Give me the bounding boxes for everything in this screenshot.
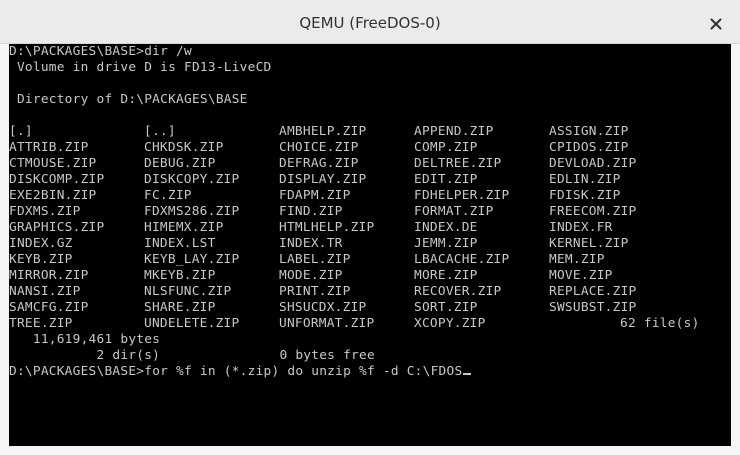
- file-entry: SHSUCDX.ZIP: [279, 300, 367, 315]
- file-entry: RECOVER.ZIP: [414, 284, 502, 299]
- text-cursor: [463, 373, 472, 375]
- command-prompt: D:\PACKAGES\BASE>: [9, 364, 145, 379]
- file-entry: ASSIGN.ZIP: [549, 124, 629, 139]
- file-entry: JEMM.ZIP: [414, 236, 478, 251]
- file-entry: DELTREE.ZIP: [414, 156, 502, 171]
- close-button[interactable]: [706, 14, 726, 34]
- file-entry: TREE.ZIP: [9, 316, 73, 331]
- file-entry: APPEND.ZIP: [414, 124, 494, 139]
- file-entry: DISKCOMP.ZIP: [9, 172, 105, 187]
- console-summary-line: 11,619,461 bytes: [9, 332, 161, 347]
- file-entry: INDEX.DE: [414, 220, 478, 235]
- file-entry: EDIT.ZIP: [414, 172, 478, 187]
- file-count: 62 file(s): [620, 316, 700, 331]
- file-entry: COMP.ZIP: [414, 140, 478, 155]
- file-entry: [..]: [144, 124, 176, 139]
- file-entry: INDEX.FR: [549, 220, 613, 235]
- command-input[interactable]: for %f in (*.zip) do unzip %f -d C:\FDOS: [144, 364, 462, 379]
- dir-listing-row: NANSI.ZIP NLSFUNC.ZIP PRINT.ZIP RECOVER.ZIP…: [9, 284, 636, 300]
- dir-listing-row: FDXMS.ZIP FDXMS286.ZIP FIND.ZIP FORMAT.ZIP F…: [9, 204, 636, 220]
- file-entry: DISPLAY.ZIP: [279, 172, 367, 187]
- file-entry: FDAPM.ZIP: [279, 188, 351, 203]
- file-entry: LABEL.ZIP: [279, 252, 351, 267]
- file-entry: SORT.ZIP: [414, 300, 478, 315]
- console-line: D:\PACKAGES\BASE>dir /w: [9, 44, 192, 59]
- dir-listing-row: EXE2BIN.ZIP FC.ZIP FDAPM.ZIP FDHELPER.ZIP FD…: [9, 188, 620, 204]
- file-entry: LBACACHE.ZIP: [414, 252, 510, 267]
- file-entry: GRAPHICS.ZIP: [9, 220, 105, 235]
- file-entry: FC.ZIP: [144, 188, 192, 203]
- console-line: Directory of D:\PACKAGES\BASE: [9, 92, 248, 107]
- dir-listing-row: [.] [..] AMBHELP.ZIP APPEND.ZIP ASSIGN.ZIP: [9, 124, 628, 140]
- file-entry: AMBHELP.ZIP: [279, 124, 367, 139]
- vm-display[interactable]: D:\PACKAGES\BASE>dir /w Volume in drive …: [9, 44, 731, 446]
- file-entry: HTMLHELP.ZIP: [279, 220, 375, 235]
- file-entry: DEVLOAD.ZIP: [549, 156, 637, 171]
- file-entry: MIRROR.ZIP: [9, 268, 89, 283]
- console-line: Volume in drive D is FD13-LiveCD: [9, 60, 272, 75]
- file-entry: KEYB.ZIP: [9, 252, 73, 267]
- file-entry: MEM.ZIP: [549, 252, 605, 267]
- file-entry: MORE.ZIP: [414, 268, 478, 283]
- file-entry: CHOICE.ZIP: [279, 140, 359, 155]
- file-entry: INDEX.GZ: [9, 236, 73, 251]
- file-entry: EXE2BIN.ZIP: [9, 188, 97, 203]
- file-entry: NLSFUNC.ZIP: [144, 284, 232, 299]
- file-entry: SWSUBST.ZIP: [549, 300, 637, 315]
- file-entry: DEFRAG.ZIP: [279, 156, 359, 171]
- file-entry: CHKDSK.ZIP: [144, 140, 224, 155]
- dir-listing-row: DISKCOMP.ZIP DISKCOPY.ZIP DISPLAY.ZIP EDIT.…: [9, 172, 620, 188]
- file-entry: KERNEL.ZIP: [549, 236, 629, 251]
- file-entry: FREECOM.ZIP: [549, 204, 637, 219]
- file-entry: XCOPY.ZIP: [414, 316, 486, 331]
- dir-listing-row: MIRROR.ZIP MKEYB.ZIP MODE.ZIP MORE.ZIP MOVE.…: [9, 268, 612, 284]
- file-entry: EDLIN.ZIP: [549, 172, 621, 187]
- dir-listing-row: SAMCFG.ZIP SHARE.ZIP SHSUCDX.ZIP SORT.ZIP SW…: [9, 300, 636, 316]
- dir-listing-row: INDEX.GZ INDEX.LST INDEX.TR JEMM.ZIP KERNEL.…: [9, 236, 628, 252]
- title-bar[interactable]: QEMU (FreeDOS-0): [0, 0, 740, 44]
- file-entry: MODE.ZIP: [279, 268, 343, 283]
- file-entry: FORMAT.ZIP: [414, 204, 494, 219]
- close-icon: [710, 18, 722, 30]
- file-entry: FDXMS286.ZIP: [144, 204, 240, 219]
- file-entry: REPLACE.ZIP: [549, 284, 637, 299]
- file-entry: SHARE.ZIP: [144, 300, 216, 315]
- file-entry: CPIDOS.ZIP: [549, 140, 629, 155]
- window-bottom-border: [0, 446, 740, 455]
- file-entry: KEYB_LAY.ZIP: [144, 252, 240, 267]
- qemu-window: QEMU (FreeDOS-0) D:\PACKAGES\BASE>dir /w…: [0, 0, 740, 455]
- dir-listing-row: GRAPHICS.ZIP HIMEMX.ZIP HTMLHELP.ZIP INDEX.…: [9, 220, 612, 236]
- file-entry: MKEYB.ZIP: [144, 268, 216, 283]
- dir-listing-row: ATTRIB.ZIP CHKDSK.ZIP CHOICE.ZIP COMP.ZIP CP…: [9, 140, 628, 156]
- file-entry: CTMOUSE.ZIP: [9, 156, 97, 171]
- file-entry: DEBUG.ZIP: [144, 156, 216, 171]
- file-entry: [.]: [9, 124, 33, 139]
- file-entry: FIND.ZIP: [279, 204, 343, 219]
- file-entry: MOVE.ZIP: [549, 268, 613, 283]
- file-entry: DISKCOPY.ZIP: [144, 172, 240, 187]
- dir-listing-row: KEYB.ZIP KEYB_LAY.ZIP LABEL.ZIP LBACACHE.ZI…: [9, 252, 604, 268]
- window-title: QEMU (FreeDOS-0): [299, 14, 441, 32]
- file-entry: ATTRIB.ZIP: [9, 140, 89, 155]
- file-entry: FDISK.ZIP: [549, 188, 621, 203]
- file-entry: SAMCFG.ZIP: [9, 300, 89, 315]
- dir-listing-row: CTMOUSE.ZIP DEBUG.ZIP DEFRAG.ZIP DELTREE.ZI…: [9, 156, 636, 172]
- file-entry: NANSI.ZIP: [9, 284, 81, 299]
- file-entry: UNDELETE.ZIP: [144, 316, 240, 331]
- command-line[interactable]: D:\PACKAGES\BASE>for %f in (*.zip) do un…: [9, 364, 472, 380]
- file-entry: INDEX.LST: [144, 236, 216, 251]
- file-entry: PRINT.ZIP: [279, 284, 351, 299]
- file-entry: FDXMS.ZIP: [9, 204, 81, 219]
- file-entry: INDEX.TR: [279, 236, 343, 251]
- file-entry: HIMEMX.ZIP: [144, 220, 224, 235]
- file-entry: FDHELPER.ZIP: [414, 188, 510, 203]
- console-summary-line: 2 dir(s) 0 bytes free: [9, 348, 375, 363]
- dir-listing-row: TREE.ZIP UNDELETE.ZIP UNFORMAT.ZIP XCOPY.ZI…: [9, 316, 699, 332]
- dos-console: D:\PACKAGES\BASE>dir /w Volume in drive …: [9, 44, 699, 380]
- file-entry: UNFORMAT.ZIP: [279, 316, 375, 331]
